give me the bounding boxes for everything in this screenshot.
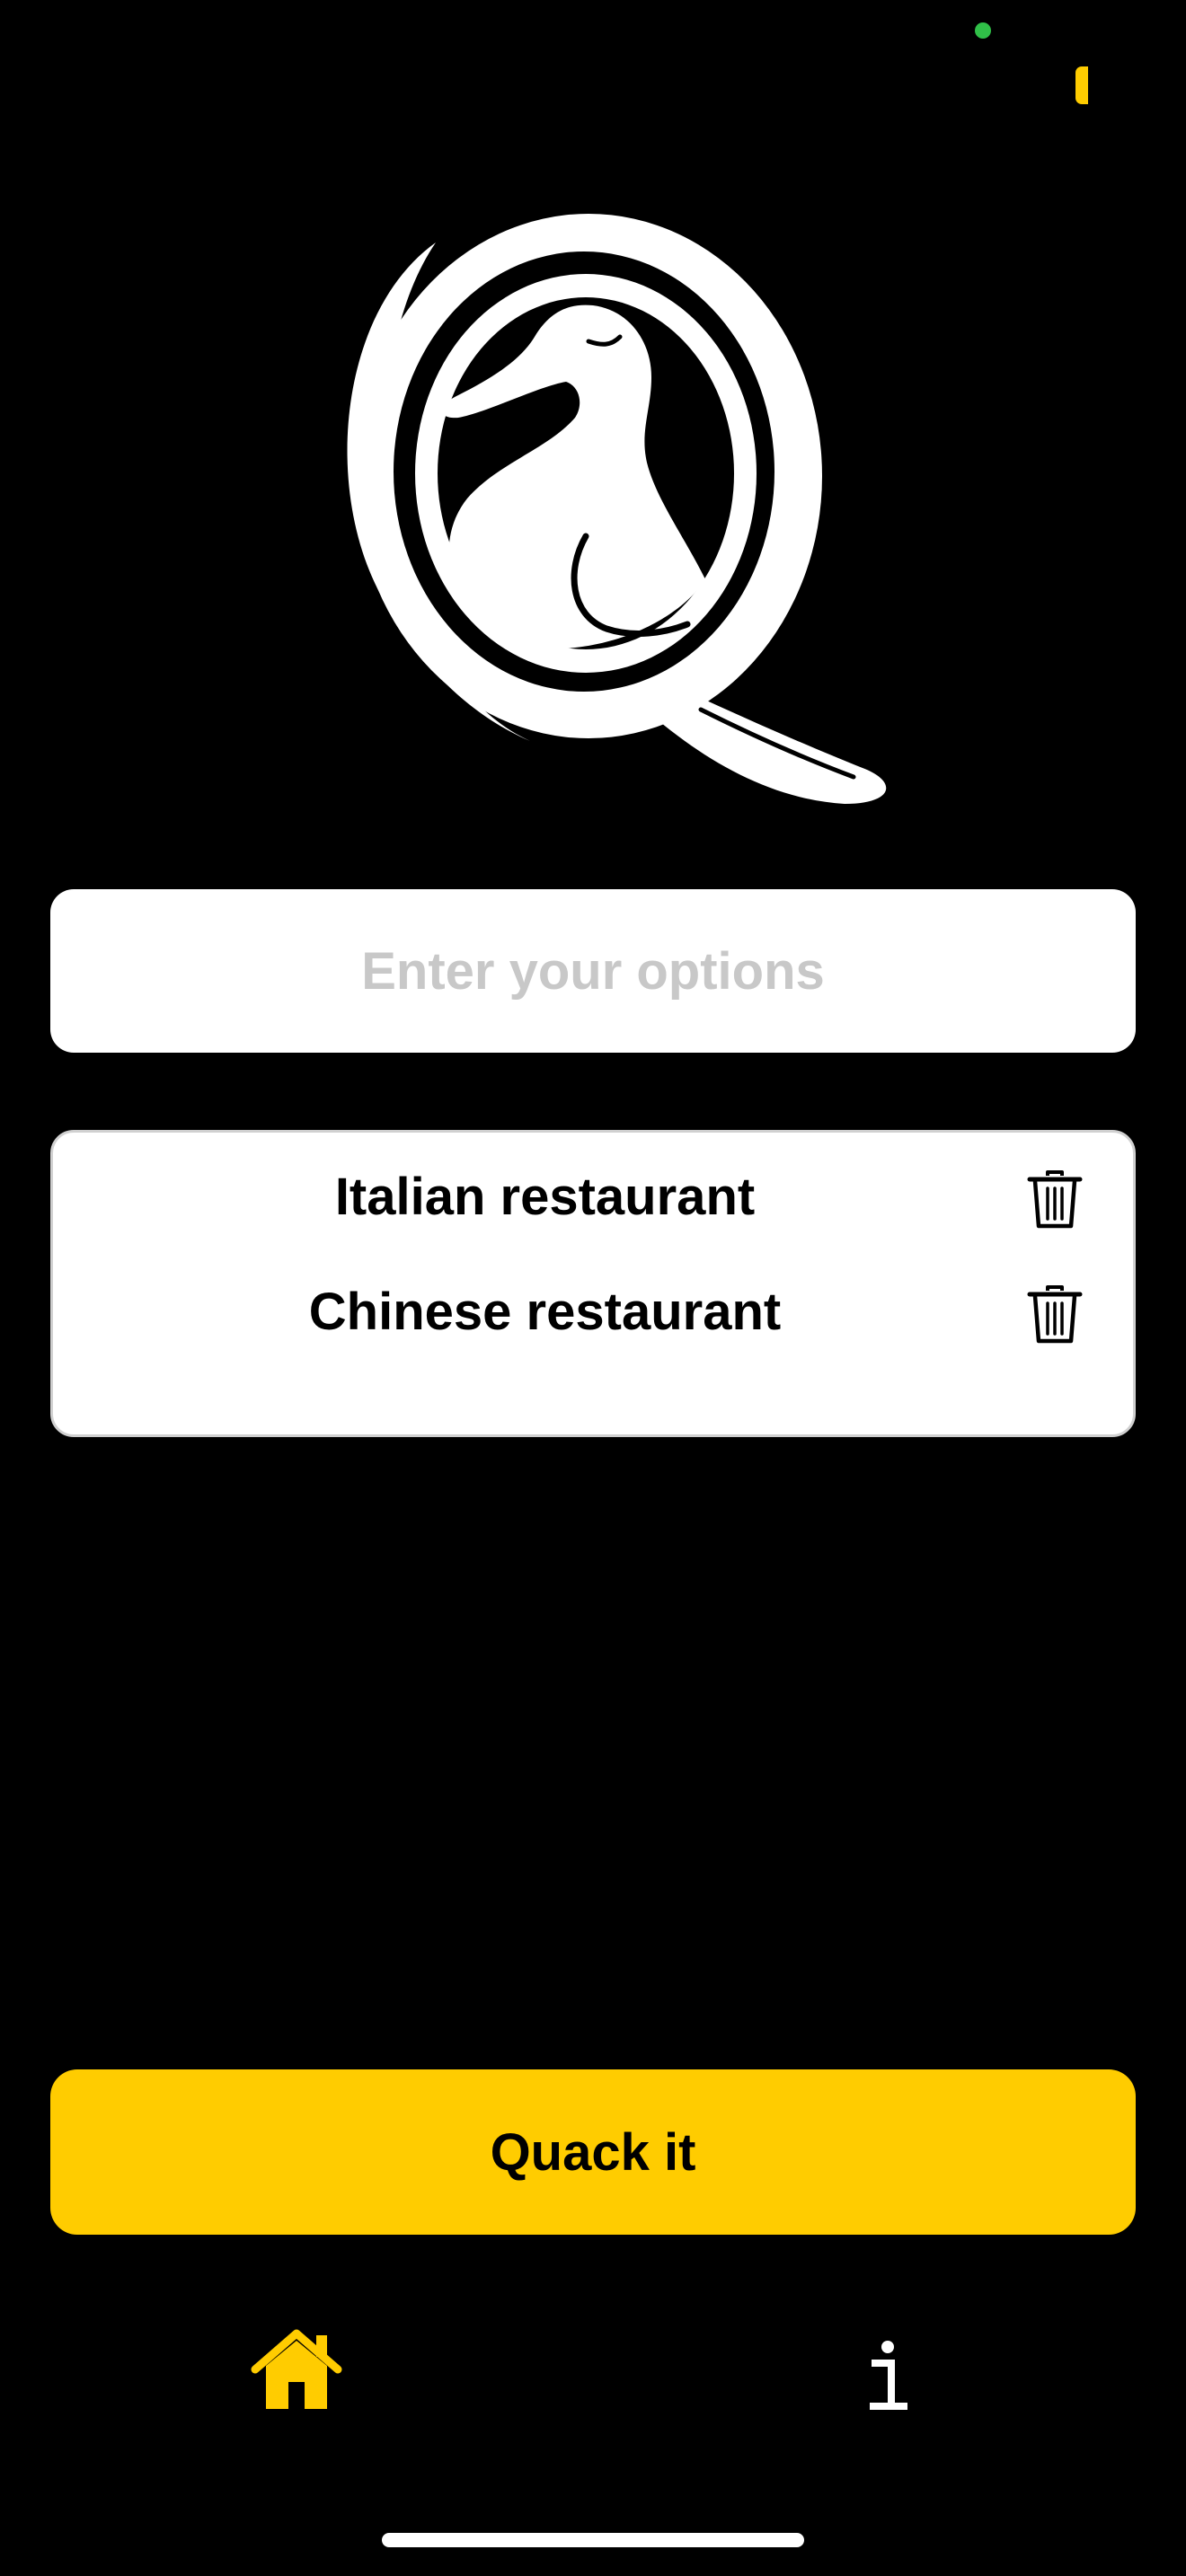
duck-magnifier-logo xyxy=(347,214,887,804)
list-item: Italian restaurant xyxy=(53,1152,1133,1242)
option-label: Italian restaurant xyxy=(334,1168,756,1226)
quack-it-button[interactable]: Quack it xyxy=(50,2069,1136,2235)
status-indicator-pill xyxy=(1075,66,1088,104)
options-list: Italian restaurant Chinese restaurant xyxy=(50,1130,1136,1437)
option-label: Chinese restaurant xyxy=(308,1283,782,1341)
trash-icon[interactable] xyxy=(1026,1284,1084,1346)
trash-icon[interactable] xyxy=(1026,1169,1084,1231)
house-icon[interactable] xyxy=(250,2326,343,2413)
camera-indicator-dot xyxy=(975,22,991,39)
options-input[interactable] xyxy=(50,889,1136,1053)
info-icon[interactable] xyxy=(863,2340,913,2412)
home-indicator xyxy=(382,2533,804,2547)
list-item: Chinese restaurant xyxy=(53,1267,1133,1357)
